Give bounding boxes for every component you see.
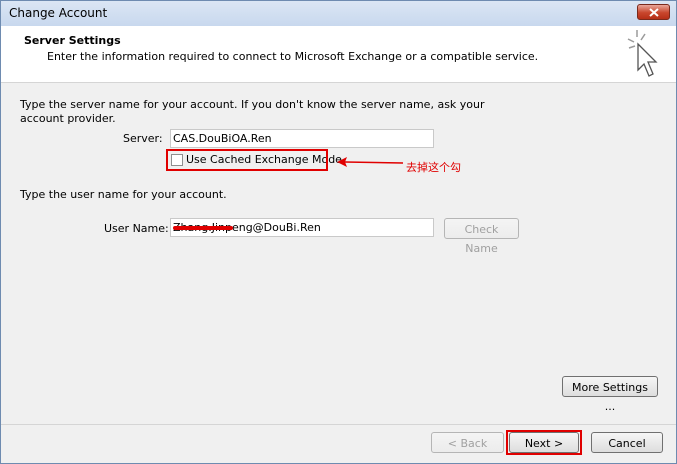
redaction-mark (173, 226, 233, 230)
next-highlight-box (506, 430, 582, 455)
close-button[interactable] (637, 4, 670, 20)
header-title: Server Settings (24, 34, 121, 47)
window-title: Change Account (9, 6, 108, 20)
more-settings-button[interactable]: More Settings ... (562, 376, 658, 413)
cancel-button[interactable]: Cancel (591, 432, 663, 453)
user-instruction: Type the user name for your account. (20, 188, 227, 201)
footer-divider (1, 424, 676, 425)
server-instruction-line2: account provider. (20, 112, 116, 125)
arrow-left-icon (337, 157, 403, 167)
close-icon (649, 8, 659, 17)
change-account-window: Change Account Server Settings Enter the… (0, 0, 677, 464)
username-label: User Name: (104, 222, 169, 235)
header-subtitle: Enter the information required to connec… (47, 50, 539, 63)
cursor-sparkle-icon (627, 30, 658, 77)
server-input[interactable]: CAS.DouBiOA.Ren (170, 129, 434, 148)
title-bar: Change Account (1, 1, 676, 26)
annotation-text: 去掉这个勾 (406, 161, 461, 174)
annotation-highlight-box (166, 149, 328, 171)
back-button[interactable]: < Back (431, 432, 504, 453)
header-panel: Server Settings Enter the information re… (1, 26, 676, 83)
check-name-button[interactable]: Check Name (444, 218, 519, 255)
server-instruction-line1: Type the server name for your account. I… (20, 98, 485, 111)
server-label: Server: (123, 132, 163, 145)
